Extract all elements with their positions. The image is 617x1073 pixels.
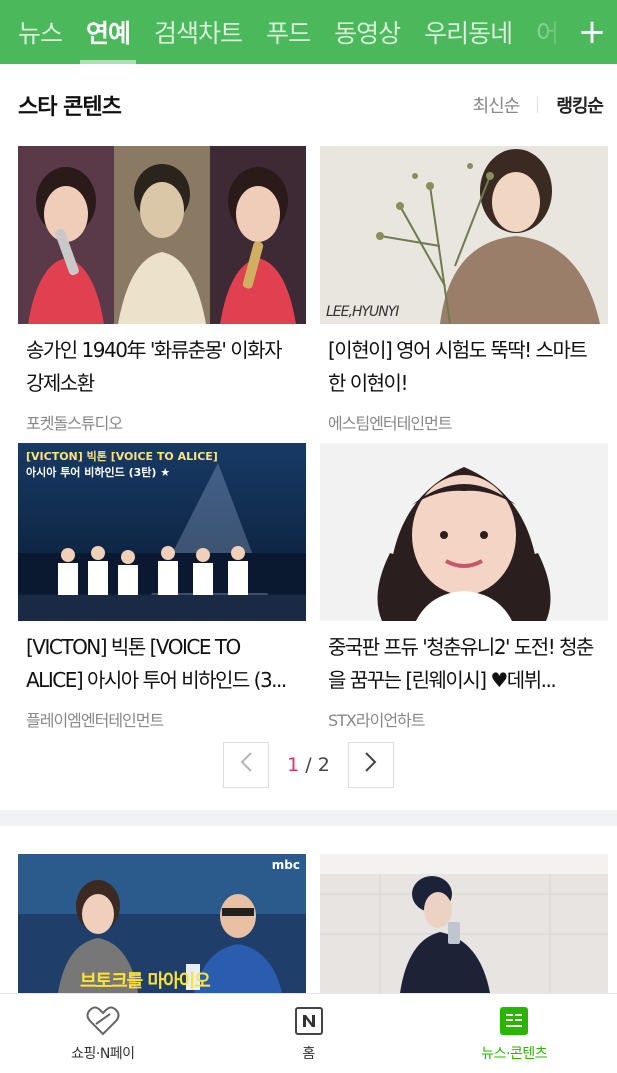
bottom-tab-label: 홈 — [302, 1045, 315, 1062]
tab-search-chart[interactable]: 검색차트 — [154, 0, 243, 64]
card-title[interactable]: 중국판 프듀 '청춘유니2' 도전! 청춘을 꿈꾸는 [린웨이시] ♥데뷔... — [320, 631, 608, 697]
card-source: 플레이엠엔터테인먼트 — [26, 711, 164, 730]
tab-news[interactable]: 뉴스 — [18, 0, 63, 64]
prev-page-button[interactable] — [223, 742, 270, 788]
bottom-tab-label: 쇼핑·N페이 — [71, 1045, 135, 1062]
plus-icon: + — [577, 12, 607, 52]
bottom-tab-label: 뉴스·콘텐츠 — [481, 1045, 548, 1062]
next-page-button[interactable] — [347, 742, 394, 788]
bottom-tab-bar: 쇼핑·N페이 홈 뉴스·콘텐츠 — [0, 993, 617, 1073]
add-tab-button[interactable]: + — [567, 0, 617, 64]
card-thumbnail[interactable] — [18, 146, 306, 324]
thumb-caption: [VICTON] 빅톤 [VOICE TO ALICE] 아시아 투어 비하인드… — [26, 449, 218, 481]
bottom-tab-news-contents[interactable]: 뉴스·콘텐츠 — [411, 994, 617, 1073]
sort-divider — [537, 97, 539, 113]
card-title[interactable]: [이현이] 영어 시험도 뚝딱! 스마트한 이현이! — [320, 334, 608, 400]
thumb-caption-line: [VICTON] 빅톤 [VOICE TO ALICE] — [26, 450, 218, 463]
card-source: 에스팀엔터테인먼트 — [328, 414, 452, 433]
card-title[interactable]: [VICTON] 빅톤 [VOICE TO ALICE] 아시아 투어 비하인드… — [18, 631, 306, 697]
card-thumbnail[interactable]: mbc 브토크를 마아이오 — [18, 854, 306, 993]
tab-video[interactable]: 동영상 — [334, 0, 401, 64]
card-thumbnail[interactable]: [VICTON] 빅톤 [VOICE TO ALICE] 아시아 투어 비하인드… — [18, 443, 306, 621]
nav-tabs: 뉴스 연예 검색차트 푸드 동영상 우리동네 어 — [0, 0, 582, 64]
thumb-caption-line: 아시아 투어 비하인드 (3탄) ★ — [26, 466, 171, 479]
card-title[interactable]: 송가인 1940年 '화류춘몽' 이화자 강제소환 — [18, 334, 306, 400]
news-icon — [500, 1005, 529, 1037]
page-indicator: 1 / 2 — [287, 754, 330, 776]
tab-neighborhood[interactable]: 우리동네 — [424, 0, 513, 64]
content-card[interactable]: LEE,HYUNYI [이현이] 영어 시험도 뚝딱! 스마트한 이현이! 에스… — [320, 146, 608, 434]
sort-ranking-button[interactable]: 랭킹순 — [556, 92, 604, 118]
card-source: STX라이언하트 — [328, 711, 426, 730]
current-page: 1 — [287, 754, 300, 776]
bottom-tab-shopping[interactable]: 쇼핑·N페이 — [0, 994, 206, 1073]
thumb-caption: LEE,HYUNYI — [326, 304, 399, 320]
content-card[interactable]: 중국판 프듀 '청춘유니2' 도전! 청춘을 꿈꾸는 [린웨이시] ♥데뷔...… — [320, 443, 608, 731]
content-card[interactable]: 송가인 1940年 '화류춘몽' 이화자 강제소환 포켓돌스튜디오 — [18, 146, 306, 434]
bottom-tab-home[interactable]: 홈 — [206, 994, 412, 1073]
total-pages: / 2 — [305, 754, 330, 776]
thumb-caption: 브토크를 마아이오 — [80, 971, 211, 992]
chevron-left-icon — [239, 751, 253, 779]
card-thumbnail[interactable] — [320, 854, 608, 993]
tab-more-partial[interactable]: 어 — [536, 0, 559, 64]
card-source: 포켓돌스튜디오 — [26, 414, 123, 433]
sort-latest-button[interactable]: 최신순 — [473, 92, 521, 118]
pagination: 1 / 2 — [0, 742, 617, 788]
mbc-badge: mbc — [271, 858, 300, 872]
card-thumbnail[interactable] — [320, 443, 608, 621]
tab-entertainment[interactable]: 연예 — [80, 0, 137, 64]
heart-tag-icon — [86, 1005, 120, 1037]
content-card[interactable]: [VICTON] 빅톤 [VOICE TO ALICE] 아시아 투어 비하인드… — [18, 443, 306, 731]
card-thumbnail[interactable]: LEE,HYUNYI — [320, 146, 608, 324]
section-title: 스타 콘텐츠 — [18, 95, 122, 120]
naver-n-icon — [294, 1005, 323, 1037]
top-nav: 뉴스 연예 검색차트 푸드 동영상 우리동네 어 + — [0, 0, 617, 64]
sort-options: 최신순 랭킹순 — [473, 92, 604, 118]
chevron-right-icon — [364, 751, 378, 779]
tab-food[interactable]: 푸드 — [266, 0, 311, 64]
section-divider — [0, 810, 617, 826]
section-header: 스타 콘텐츠 최신순 랭킹순 — [0, 64, 617, 146]
